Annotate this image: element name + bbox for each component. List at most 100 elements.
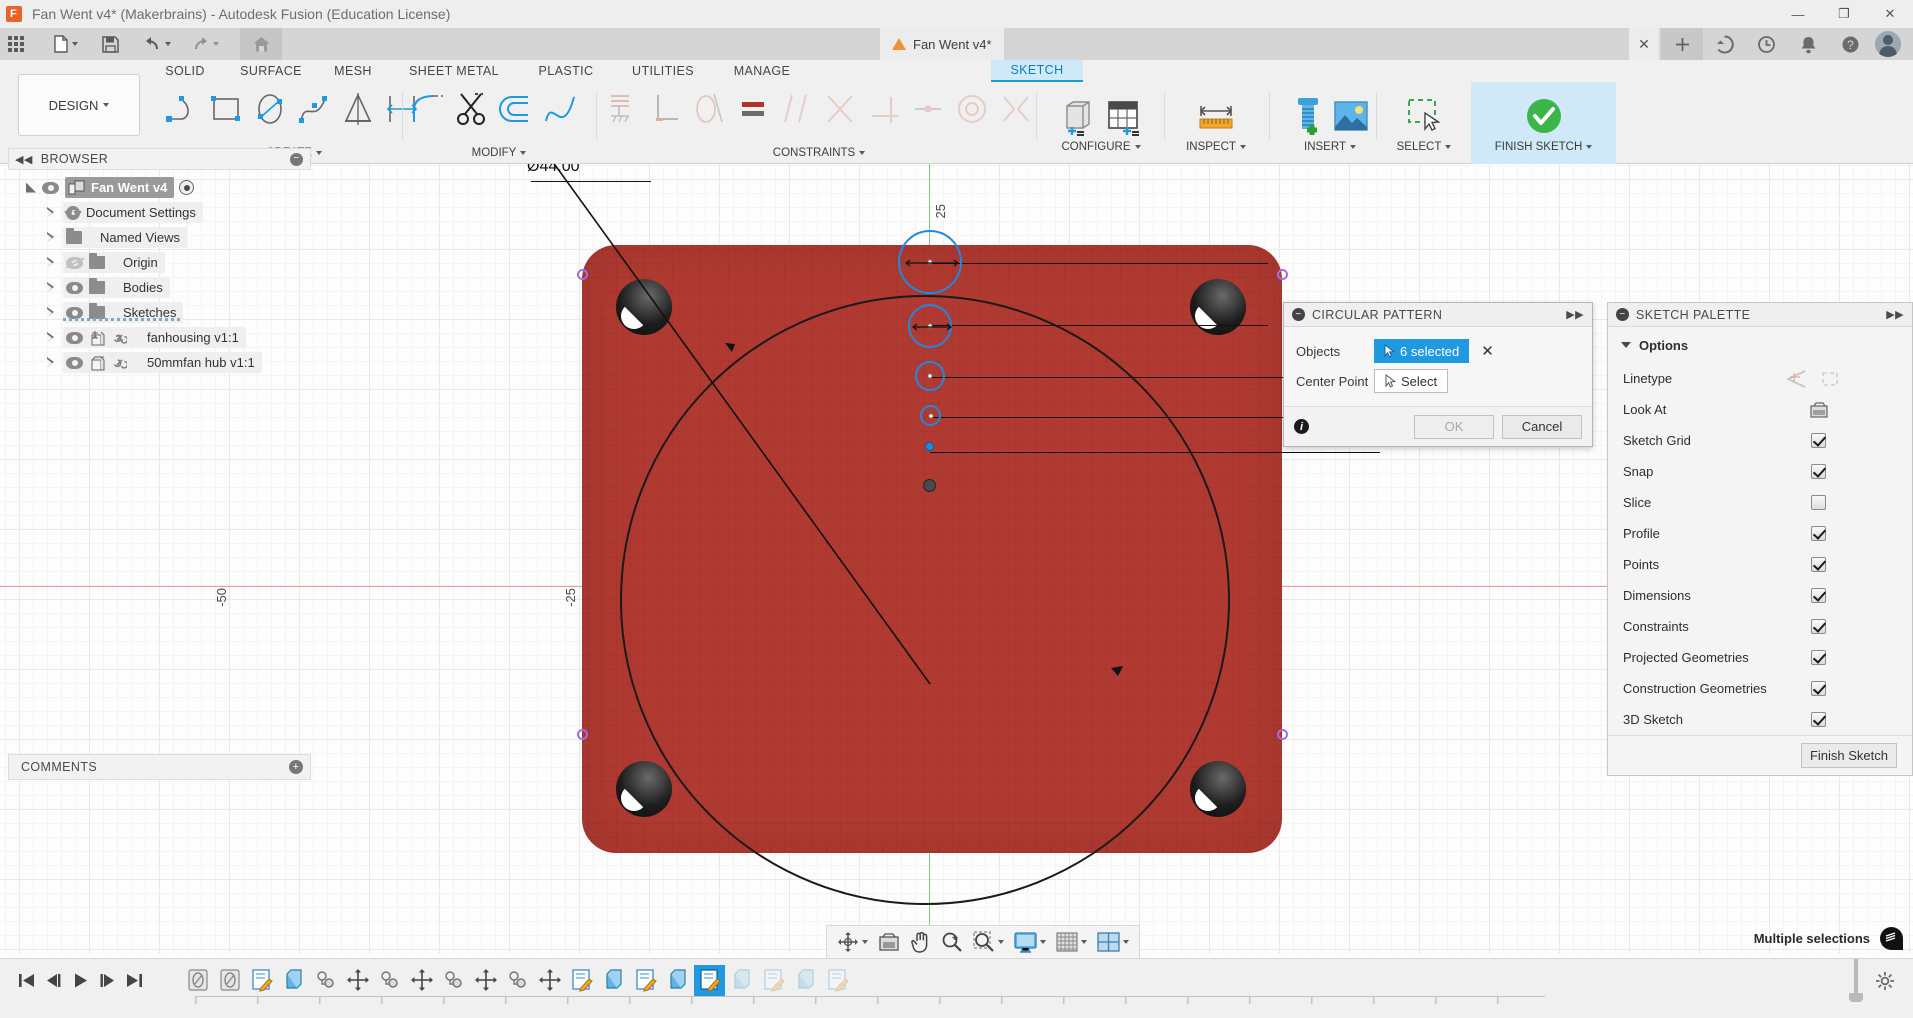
timeline-node-move-1[interactable] [342, 965, 373, 996]
document-tab[interactable]: Fan Went v4* [880, 28, 1004, 60]
browser-item-row[interactable]: Bodies [63, 277, 170, 298]
collapse-icon[interactable]: − [1292, 308, 1305, 321]
spline-icon[interactable] [292, 84, 336, 134]
corner-hole-top-right[interactable] [1190, 279, 1246, 335]
ribbon-button-inspect[interactable]: INSPECT [1166, 82, 1266, 164]
timeline-node-joint-4[interactable] [502, 965, 533, 996]
browser-item-fan-went-v4[interactable]: Fan Went v4 [8, 175, 311, 200]
ribbon-button-configure[interactable]: CONFIGURE [1041, 82, 1161, 164]
palette-row-points[interactable]: Points [1608, 549, 1912, 580]
palette-row-constraints[interactable]: Constraints [1608, 611, 1912, 642]
browser-item-row[interactable]: Sketches [63, 302, 184, 323]
timeline-settings-icon[interactable] [1875, 971, 1895, 991]
zoom-icon[interactable] [937, 928, 967, 956]
browser-item-row[interactable]: Document Settings [63, 202, 203, 223]
sketch-point-top-left[interactable] [577, 269, 588, 280]
profile-checkbox[interactable] [1811, 526, 1826, 541]
pattern-circle-3[interactable] [915, 361, 945, 391]
browser-item-row[interactable]: Origin [63, 252, 165, 273]
dimension-label-44[interactable]: Ø44.00 [527, 164, 579, 176]
visibility-eye-off-icon[interactable] [65, 256, 85, 269]
timeline-node-sketch-3[interactable] [630, 965, 661, 996]
user-avatar[interactable] [1875, 31, 1901, 57]
timeline-node-move-3[interactable] [470, 965, 501, 996]
timeline-node-extrude-2[interactable] [598, 965, 629, 996]
palette-row-3d-sketch[interactable]: 3D Sketch [1608, 704, 1912, 735]
timeline-node-sketch-1[interactable] [246, 965, 277, 996]
visibility-eye-icon[interactable] [66, 281, 83, 294]
center-point-selection-field[interactable]: Select [1374, 369, 1449, 393]
pattern-point-5[interactable] [925, 442, 934, 451]
symmetry-constraint-icon[interactable] [994, 84, 1038, 134]
palette-row-profile[interactable]: Profile [1608, 518, 1912, 549]
curvature-icon[interactable] [538, 84, 582, 134]
tangent-constraint-icon[interactable] [688, 84, 732, 134]
expand-triangle-icon[interactable] [26, 182, 36, 193]
ellipse-icon[interactable] [248, 84, 292, 134]
trim-icon[interactable] [450, 84, 494, 134]
chevron-down-icon[interactable] [1081, 940, 1087, 944]
expand-triangle-icon[interactable] [46, 207, 55, 218]
activate-component-radio[interactable] [179, 180, 195, 195]
play-icon[interactable] [72, 972, 89, 989]
ribbon-tab-utilities[interactable]: UTILITIES [613, 60, 713, 82]
timeline-node-joint-2[interactable] [374, 965, 405, 996]
minimize-button[interactable]: — [1775, 0, 1821, 28]
add-comment-button[interactable]: + [289, 760, 303, 774]
timeline-node-sketch-active[interactable] [694, 964, 725, 996]
circular-pattern-dialog[interactable]: − CIRCULAR PATTERN ▶▶ Objects 6 selected… [1283, 302, 1593, 447]
fix-constraint-icon[interactable] [600, 84, 644, 134]
dialog-header[interactable]: − CIRCULAR PATTERN ▶▶ [1284, 303, 1592, 327]
zoom-window-icon[interactable] [969, 928, 1008, 956]
expand-icon[interactable]: ▶▶ [1566, 308, 1584, 321]
app-grid-icon[interactable] [0, 28, 32, 60]
ribbon-tab-manage[interactable]: MANAGE [716, 60, 808, 82]
centerline-icon[interactable] [1786, 369, 1808, 388]
browser-item-named-views[interactable]: Named Views [8, 225, 311, 250]
palette-section-options[interactable]: Options [1608, 327, 1912, 363]
objects-selection-field[interactable]: 6 selected [1374, 339, 1470, 363]
projected-geometries-checkbox[interactable] [1811, 650, 1826, 665]
visibility-eye-icon[interactable] [42, 181, 59, 194]
visibility-eye-icon[interactable] [66, 331, 83, 344]
sketch-grid-checkbox[interactable] [1811, 433, 1826, 448]
collapse-icon[interactable]: ◀◀ [15, 153, 33, 166]
expand-triangle-icon[interactable] [46, 257, 55, 268]
dimensions-checkbox[interactable] [1811, 588, 1826, 603]
collapse-icon[interactable]: − [1616, 308, 1629, 321]
workspace-selector[interactable]: DESIGN [18, 74, 140, 136]
concentric-constraint-icon[interactable] [950, 84, 994, 134]
palette-row-sketch-grid[interactable]: Sketch Grid [1608, 425, 1912, 456]
close-button[interactable]: ✕ [1867, 0, 1913, 28]
palette-row-projected-geometries[interactable]: Projected Geometries [1608, 642, 1912, 673]
ribbon-button-finish-sketch[interactable]: FINISH SKETCH [1471, 82, 1616, 164]
timeline-node-joint-3[interactable] [438, 965, 469, 996]
construction-line-icon[interactable] [1820, 370, 1840, 388]
selection-filter-icon[interactable] [1880, 927, 1903, 950]
recent-icon[interactable] [1745, 28, 1787, 60]
ribbon-group-constraints-label[interactable]: CONSTRAINTS [600, 147, 1038, 159]
sketch-point-bottom-right[interactable] [1277, 729, 1288, 740]
undo-button[interactable] [136, 28, 178, 60]
timeline-node-sketch-ghost-2[interactable] [822, 965, 853, 996]
add-tab-button[interactable] [1661, 28, 1703, 60]
expand-triangle-icon[interactable] [46, 282, 55, 293]
parallel-constraint-icon[interactable] [775, 84, 819, 134]
tab-close-button[interactable]: ✕ [1629, 28, 1659, 60]
clear-objects-icon[interactable]: ✕ [1481, 342, 1494, 360]
sketch-point-bottom-left[interactable] [577, 729, 588, 740]
timeline-node-extrude-1[interactable] [278, 965, 309, 996]
skip-end-icon[interactable] [126, 972, 143, 989]
expand-triangle-icon[interactable] [46, 232, 55, 243]
new-document-button[interactable] [46, 28, 85, 60]
pattern-circle-1[interactable] [898, 230, 962, 294]
expand-triangle-icon[interactable] [46, 357, 55, 368]
save-button[interactable] [95, 28, 126, 60]
collinear-constraint-icon[interactable] [819, 84, 863, 134]
points-checkbox[interactable] [1811, 557, 1826, 572]
browser-item-row[interactable]: 50mmfan hub v1:1 [63, 352, 262, 373]
offset-icon[interactable] [494, 84, 538, 134]
skip-start-icon[interactable] [18, 972, 35, 989]
chevron-down-icon[interactable] [862, 940, 868, 944]
timeline-node-move-2[interactable] [406, 965, 437, 996]
